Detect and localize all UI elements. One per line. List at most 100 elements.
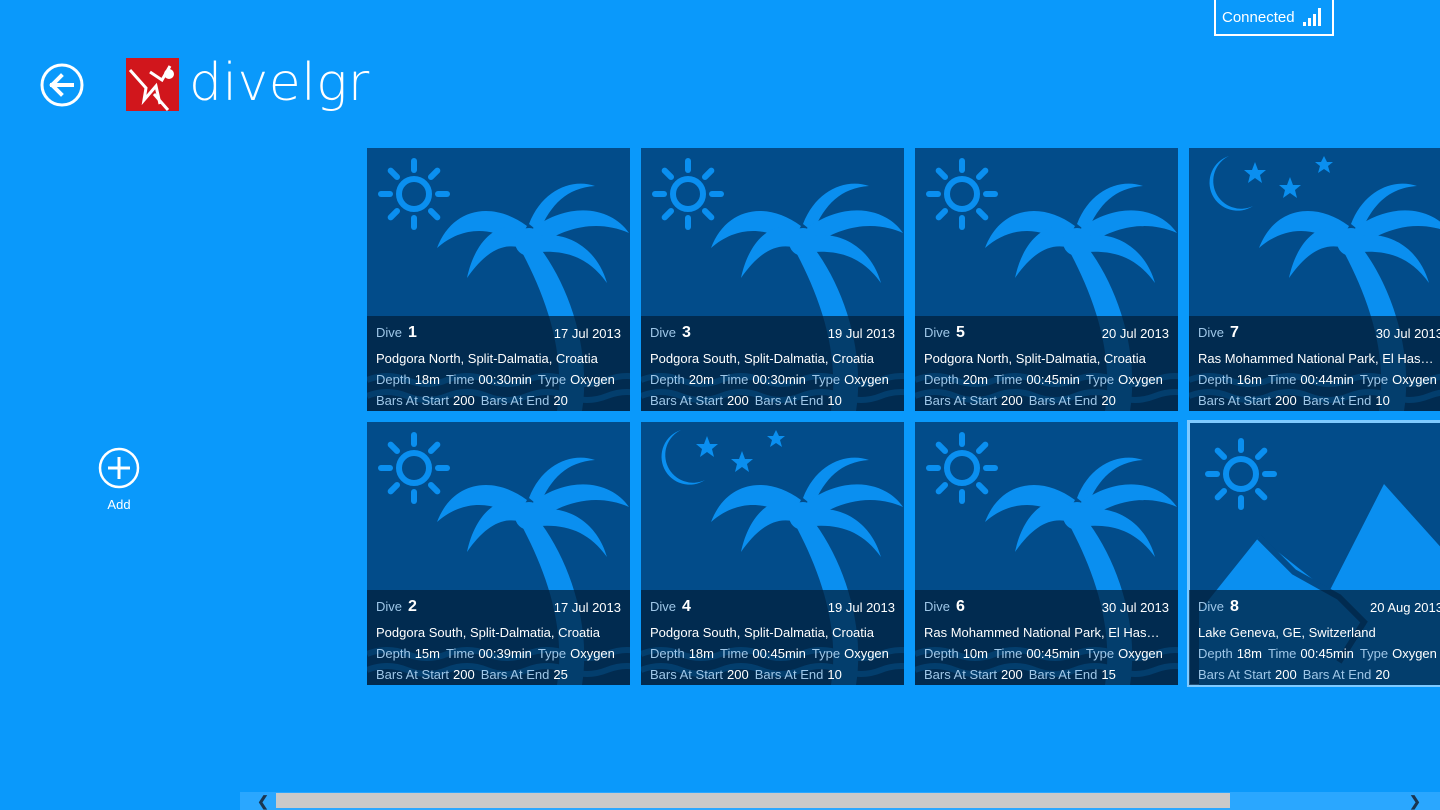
depth-label: Depth — [1198, 372, 1233, 387]
dive-number: 4 — [682, 598, 691, 615]
dive-tile[interactable]: Dive 1 17 Jul 2013 Podgora North, Split-D… — [367, 148, 630, 411]
moon-stars-icon — [661, 430, 785, 485]
dive-number: 6 — [956, 598, 965, 615]
dive-tile[interactable]: Dive 6 30 Jul 2013 Ras Mohammed National … — [915, 422, 1178, 685]
dive-type: Oxygen — [570, 646, 615, 661]
dive-depth: 18m — [414, 372, 440, 387]
dive-info-panel: Dive 5 20 Jul 2013 Podgora North, Split-D… — [915, 316, 1178, 411]
dive-bars-start: 200 — [1274, 667, 1297, 682]
dive-time: 00:44min — [1300, 372, 1354, 387]
sun-icon — [378, 158, 450, 230]
dive-info-panel: Dive 7 30 Jul 2013 Ras Mohammed National … — [1189, 316, 1440, 411]
bars-end-label: Bars At End — [1028, 667, 1098, 682]
sun-icon — [378, 432, 450, 504]
bars-start-label: Bars At Start — [1198, 393, 1271, 408]
dive-depth: 18m — [688, 646, 714, 661]
bars-end-label: Bars At End — [754, 667, 824, 682]
sun-icon — [926, 432, 998, 504]
dive-date: 19 Jul 2013 — [827, 325, 895, 341]
dive-heading: Dive 6 — [924, 598, 965, 616]
scroll-left-icon[interactable]: ❮ — [254, 792, 272, 810]
dive-number: 7 — [1230, 324, 1239, 341]
bars-end-label: Bars At End — [480, 393, 550, 408]
bars-start-label: Bars At Start — [924, 393, 997, 408]
dive-location: Podgora South, Split-Dalmatia, Croatia — [650, 351, 875, 366]
dive-label: Dive — [1198, 599, 1225, 614]
time-label: Time — [720, 646, 749, 661]
time-label: Time — [720, 372, 749, 387]
dive-tile[interactable]: Dive 4 19 Jul 2013 Podgora South, Split-D… — [641, 422, 904, 685]
bars-start-label: Bars At Start — [650, 667, 723, 682]
type-label: Type — [1085, 372, 1115, 387]
dive-heading: Dive 5 — [924, 324, 965, 342]
scroll-thumb[interactable] — [276, 793, 1230, 808]
dive-time: 00:45min — [1026, 646, 1080, 661]
scroll-right-icon[interactable]: ❯ — [1406, 792, 1424, 810]
dive-tile[interactable]: Dive 2 17 Jul 2013 Podgora South, Split-D… — [367, 422, 630, 685]
bars-end-label: Bars At End — [1302, 393, 1372, 408]
app-title: divelgr — [189, 53, 370, 113]
sun-icon — [652, 158, 724, 230]
dive-heading: Dive 8 — [1198, 598, 1239, 616]
signal-bars-icon — [1302, 8, 1321, 26]
dive-location: Lake Geneva, GE, Switzerland — [1198, 625, 1376, 640]
dive-bars-end: 20 — [1375, 667, 1390, 682]
dive-type: Oxygen — [1392, 646, 1437, 661]
dive-number: 3 — [682, 324, 691, 341]
dive-date: 19 Jul 2013 — [827, 599, 895, 615]
bars-end-label: Bars At End — [754, 393, 824, 408]
dive-label: Dive — [650, 599, 677, 614]
dive-time: 00:39min — [478, 646, 532, 661]
depth-label: Depth — [376, 372, 411, 387]
type-label: Type — [1359, 372, 1389, 387]
back-button[interactable] — [40, 63, 84, 107]
add-icon — [98, 447, 140, 489]
dive-date: 20 Jul 2013 — [1101, 325, 1169, 341]
time-label: Time — [994, 372, 1023, 387]
dive-depth: 16m — [1236, 372, 1262, 387]
dive-label: Dive — [924, 325, 951, 340]
add-dive-button[interactable]: Add — [96, 446, 142, 512]
time-label: Time — [1268, 372, 1297, 387]
dive-time: 00:45min — [1300, 646, 1354, 661]
dive-depth: 18m — [1236, 646, 1262, 661]
bars-end-label: Bars At End — [1028, 393, 1098, 408]
type-label: Type — [1359, 646, 1389, 661]
dive-date: 17 Jul 2013 — [553, 599, 621, 615]
dive-depth: 15m — [414, 646, 440, 661]
sun-icon — [926, 158, 998, 230]
time-label: Time — [446, 646, 475, 661]
dive-location: Podgora South, Split-Dalmatia, Croatia — [376, 625, 601, 640]
dive-time: 00:30min — [478, 372, 532, 387]
dive-location: Podgora North, Split-Dalmatia, Croatia — [376, 351, 598, 366]
dive-tile[interactable]: Dive 3 19 Jul 2013 Podgora South, Split-D… — [641, 148, 904, 411]
dive-tile[interactable]: Dive 5 20 Jul 2013 Podgora North, Split-D… — [915, 148, 1178, 411]
dive-date: 17 Jul 2013 — [553, 325, 621, 341]
dive-label: Dive — [924, 599, 951, 614]
bars-start-label: Bars At Start — [650, 393, 723, 408]
type-label: Type — [537, 646, 567, 661]
dive-heading: Dive 4 — [650, 598, 691, 616]
dive-bars-end: 15 — [1101, 667, 1116, 682]
bars-start-label: Bars At Start — [376, 393, 449, 408]
dive-location: Ras Mohammed National Park, El Hasna,... — [1198, 351, 1437, 366]
connection-status-label: Connected — [1222, 8, 1295, 26]
moon-stars-icon — [1209, 156, 1333, 211]
dive-depth: 20m — [962, 372, 988, 387]
horizontal-scrollbar[interactable]: ❮ ❯ — [240, 792, 1440, 810]
time-label: Time — [994, 646, 1023, 661]
dive-bars-start: 200 — [452, 667, 475, 682]
dive-depth: 20m — [688, 372, 714, 387]
depth-label: Depth — [650, 646, 685, 661]
dive-time: 00:45min — [752, 646, 806, 661]
bars-end-label: Bars At End — [1302, 667, 1372, 682]
dive-tile[interactable]: Dive 7 30 Jul 2013 Ras Mohammed National … — [1189, 148, 1440, 411]
dive-info-panel: Dive 4 19 Jul 2013 Podgora South, Split-D… — [641, 590, 904, 685]
dive-info-panel: Dive 6 30 Jul 2013 Ras Mohammed National … — [915, 590, 1178, 685]
dive-bars-end: 10 — [827, 667, 842, 682]
dive-number: 5 — [956, 324, 965, 341]
time-label: Time — [446, 372, 475, 387]
dive-tile[interactable]: Dive 8 20 Aug 2013 Lake Geneva, GE, Switz… — [1187, 420, 1440, 687]
dive-bars-end: 20 — [1101, 393, 1116, 408]
dive-depth: 10m — [962, 646, 988, 661]
